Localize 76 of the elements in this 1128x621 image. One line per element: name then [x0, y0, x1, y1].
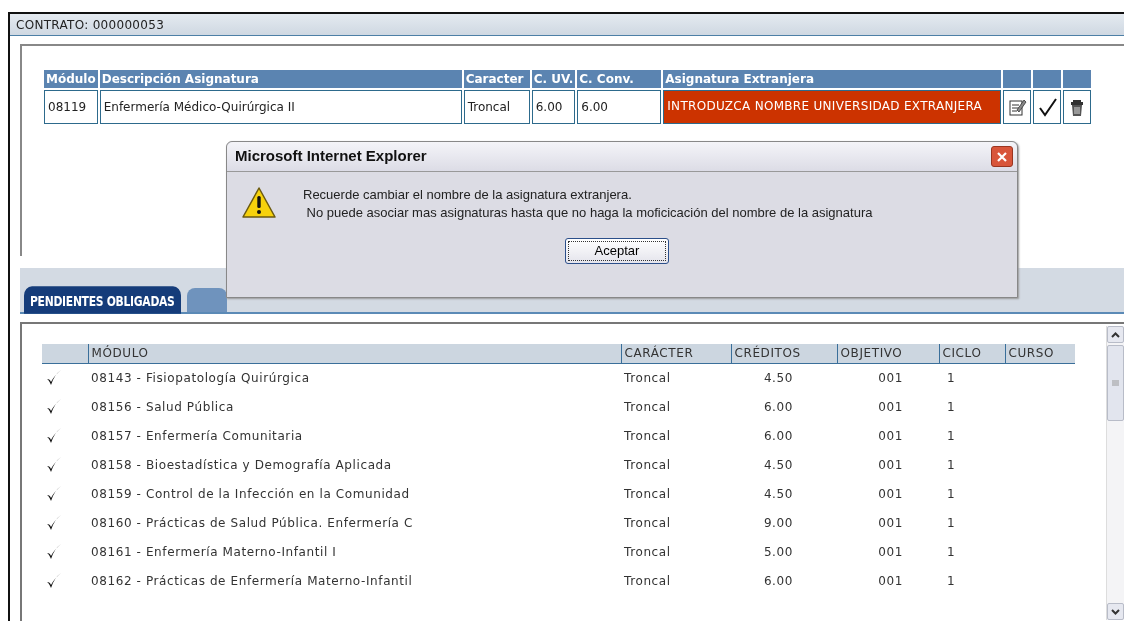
- table-cell: 6.00: [531, 90, 576, 124]
- table-cell: 08119: [44, 90, 98, 124]
- table-cell-text: 08156 - Salud Pública: [90, 398, 235, 416]
- table-cell-text: 1: [946, 572, 957, 590]
- table-cell-text: 5.00: [762, 543, 794, 561]
- table-cell: INTRODUZCA NOMBRE UNIVERSIDAD EXTRANJERA: [663, 90, 1002, 124]
- table-cell-text: 001: [877, 514, 904, 532]
- table-cell: Troncal: [621, 363, 731, 392]
- table-cell-text: Troncal: [623, 543, 672, 561]
- column-header: CICLO: [939, 344, 1005, 363]
- dialog-message: Recuerde cambiar el nombre de la asignatura extranjera. No puede asociar mas asignaturas hasta que no haga la moficicación del nombre de la asignatura: [303, 186, 873, 222]
- column-header: Asignatura Extranjera: [663, 70, 1002, 88]
- column-header: MÓDULO: [88, 344, 621, 363]
- table-cell-text: 08158 - Bioestadística y Demografía Aplicada: [90, 456, 393, 474]
- edit-button[interactable]: [1007, 97, 1028, 117]
- table-cell-text: Troncal: [623, 456, 672, 474]
- accept-button[interactable]: Aceptar: [565, 238, 669, 264]
- column-header: CURSO: [1005, 344, 1075, 363]
- tab[interactable]: PENDIENTES OBLIGADAS: [24, 286, 181, 314]
- table-cell: 6.00: [577, 90, 662, 124]
- dialog-title: Microsoft Internet Explorer: [235, 146, 427, 167]
- edit-icon: [1007, 97, 1028, 117]
- chevron-down-icon: [1111, 608, 1120, 615]
- table-cell: 4.50: [731, 363, 837, 392]
- table-cell-text: 1: [946, 427, 957, 445]
- table-cell-text: 001: [877, 427, 904, 445]
- table-cell-text: 001: [877, 572, 904, 590]
- column-header: C. Conv.: [577, 70, 662, 88]
- column-header: Descripción Asignatura: [99, 70, 462, 88]
- table-cell-text: 001: [877, 398, 904, 416]
- warning-icon: [241, 186, 277, 220]
- table-cell-text: 6.00: [762, 427, 794, 445]
- table-cell-text: 6.00: [762, 398, 794, 416]
- table-cell-text: 08159 - Control de la Infección en la Comunidad: [90, 485, 411, 503]
- column-header: Módulo: [44, 70, 98, 88]
- table-cell-text: 1: [946, 543, 957, 561]
- column-header: OBJETIVO: [837, 344, 939, 363]
- column-header: CARÁCTER: [621, 344, 731, 363]
- table-cell: 08143 - Fisiopatología Quirúrgica: [88, 363, 621, 392]
- table-cell-text: Troncal: [623, 514, 672, 532]
- column-header: C. UV.: [531, 70, 576, 88]
- table-cell: Troncal: [463, 90, 530, 124]
- table-cell: 1: [939, 363, 1005, 392]
- table-cell-text: 4.50: [762, 456, 794, 474]
- scrollbar-thumb[interactable]: [1107, 345, 1124, 421]
- column-header: Caracter: [463, 70, 530, 88]
- table-cell: Enfermería Médico-Quirúrgica II: [99, 90, 462, 124]
- table-cell-text: 001: [877, 456, 904, 474]
- column-header: CRÉDITOS: [731, 344, 837, 363]
- scroll-down-button[interactable]: [1107, 603, 1124, 620]
- table-cell-text: 08161 - Enfermería Materno-Infantil I: [90, 543, 338, 561]
- scroll-up-button[interactable]: [1107, 326, 1124, 343]
- table-cell-text: 1: [946, 456, 957, 474]
- table-cell-text: Troncal: [623, 572, 672, 590]
- table-cell-text: 08162 - Prácticas de Enfermería Materno-Infantil: [90, 572, 414, 590]
- close-icon: [996, 150, 1008, 163]
- table-cell-text: 001: [877, 485, 904, 503]
- table-cell-text: 4.50: [762, 485, 794, 503]
- contract-label: CONTRATO: 000000053: [16, 18, 165, 32]
- table-cell-text: 1: [946, 485, 957, 503]
- table-cell-text: 1: [946, 514, 957, 532]
- table-cell-text: 08157 - Enfermería Comunitaria: [90, 427, 304, 445]
- table-cell-text: Troncal: [623, 398, 672, 416]
- close-button[interactable]: [991, 146, 1013, 167]
- table-cell-text: Troncal: [623, 427, 672, 445]
- table-cell-text: 001: [877, 543, 904, 561]
- table-cell-text: Troncal: [623, 485, 672, 503]
- chevron-up-icon: [1111, 331, 1120, 338]
- table-cell: 001: [837, 363, 939, 392]
- table-cell-text: 6.00: [762, 572, 794, 590]
- table-cell-text: 08160 - Prácticas de Salud Pública. Enfermería C: [90, 514, 414, 532]
- table-cell-text: 1: [946, 398, 957, 416]
- grip-icon: [1112, 380, 1119, 386]
- confirm-button[interactable]: [1037, 97, 1058, 117]
- table-cell-text: 9.00: [762, 514, 794, 532]
- checkmark-icon: [1037, 97, 1058, 117]
